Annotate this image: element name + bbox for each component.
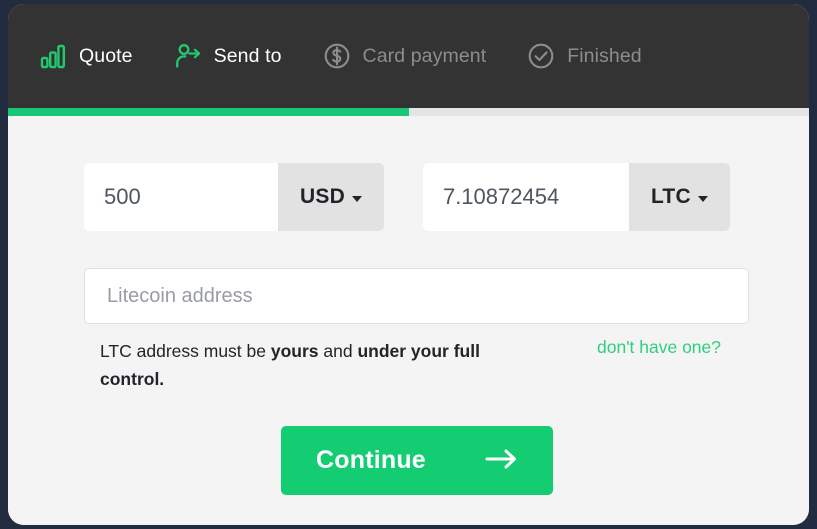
helper-prefix: LTC address must be xyxy=(100,341,271,361)
litecoin-address-input[interactable] xyxy=(84,268,749,324)
crypto-currency-label: LTC xyxy=(650,185,691,208)
step-quote-label: Quote xyxy=(79,44,133,67)
helper-middle: and xyxy=(318,341,358,361)
check-circle-icon xyxy=(526,41,556,71)
fiat-currency-select[interactable]: USD xyxy=(278,163,384,231)
continue-button-label: Continue xyxy=(316,446,426,474)
fiat-amount-input[interactable] xyxy=(84,163,278,231)
helper-bold-yours: yours xyxy=(270,341,319,361)
bar-chart-icon xyxy=(38,41,68,71)
continue-button[interactable]: Continue xyxy=(281,426,553,495)
crypto-amount-group: LTC xyxy=(422,163,730,231)
step-finished-label: Finished xyxy=(567,44,642,67)
amount-row: USD LTC xyxy=(84,163,730,231)
crypto-amount-input[interactable] xyxy=(422,163,629,231)
step-finished[interactable]: Finished xyxy=(526,41,642,71)
chevron-down-icon xyxy=(351,196,362,202)
step-card-payment[interactable]: Card payment xyxy=(322,41,487,71)
step-send-to-label: Send to xyxy=(213,44,282,67)
checkout-card: Quote Send to Card payment Finished 500 … xyxy=(8,4,809,525)
fiat-amount-group: USD xyxy=(84,163,384,231)
fiat-currency-label: USD xyxy=(300,185,345,208)
dont-have-one-link[interactable]: don't have one? xyxy=(597,337,721,358)
quote-form: USD LTC LTC address must be yours and un… xyxy=(8,116,809,525)
dollar-coin-icon xyxy=(322,41,352,71)
step-quote[interactable]: Quote xyxy=(38,41,133,71)
progress-track xyxy=(8,108,809,116)
progress-fill xyxy=(8,108,409,116)
send-person-icon xyxy=(173,41,203,71)
crypto-currency-select[interactable]: LTC xyxy=(628,163,730,231)
chevron-down-icon xyxy=(697,196,708,202)
step-card-payment-label: Card payment xyxy=(362,44,487,67)
step-send-to[interactable]: Send to xyxy=(173,41,282,71)
stepper-nav: Quote Send to Card payment Finished xyxy=(8,4,809,108)
arrow-right-icon xyxy=(485,447,519,474)
address-helper-text: LTC address must be yours and under your… xyxy=(100,337,520,393)
